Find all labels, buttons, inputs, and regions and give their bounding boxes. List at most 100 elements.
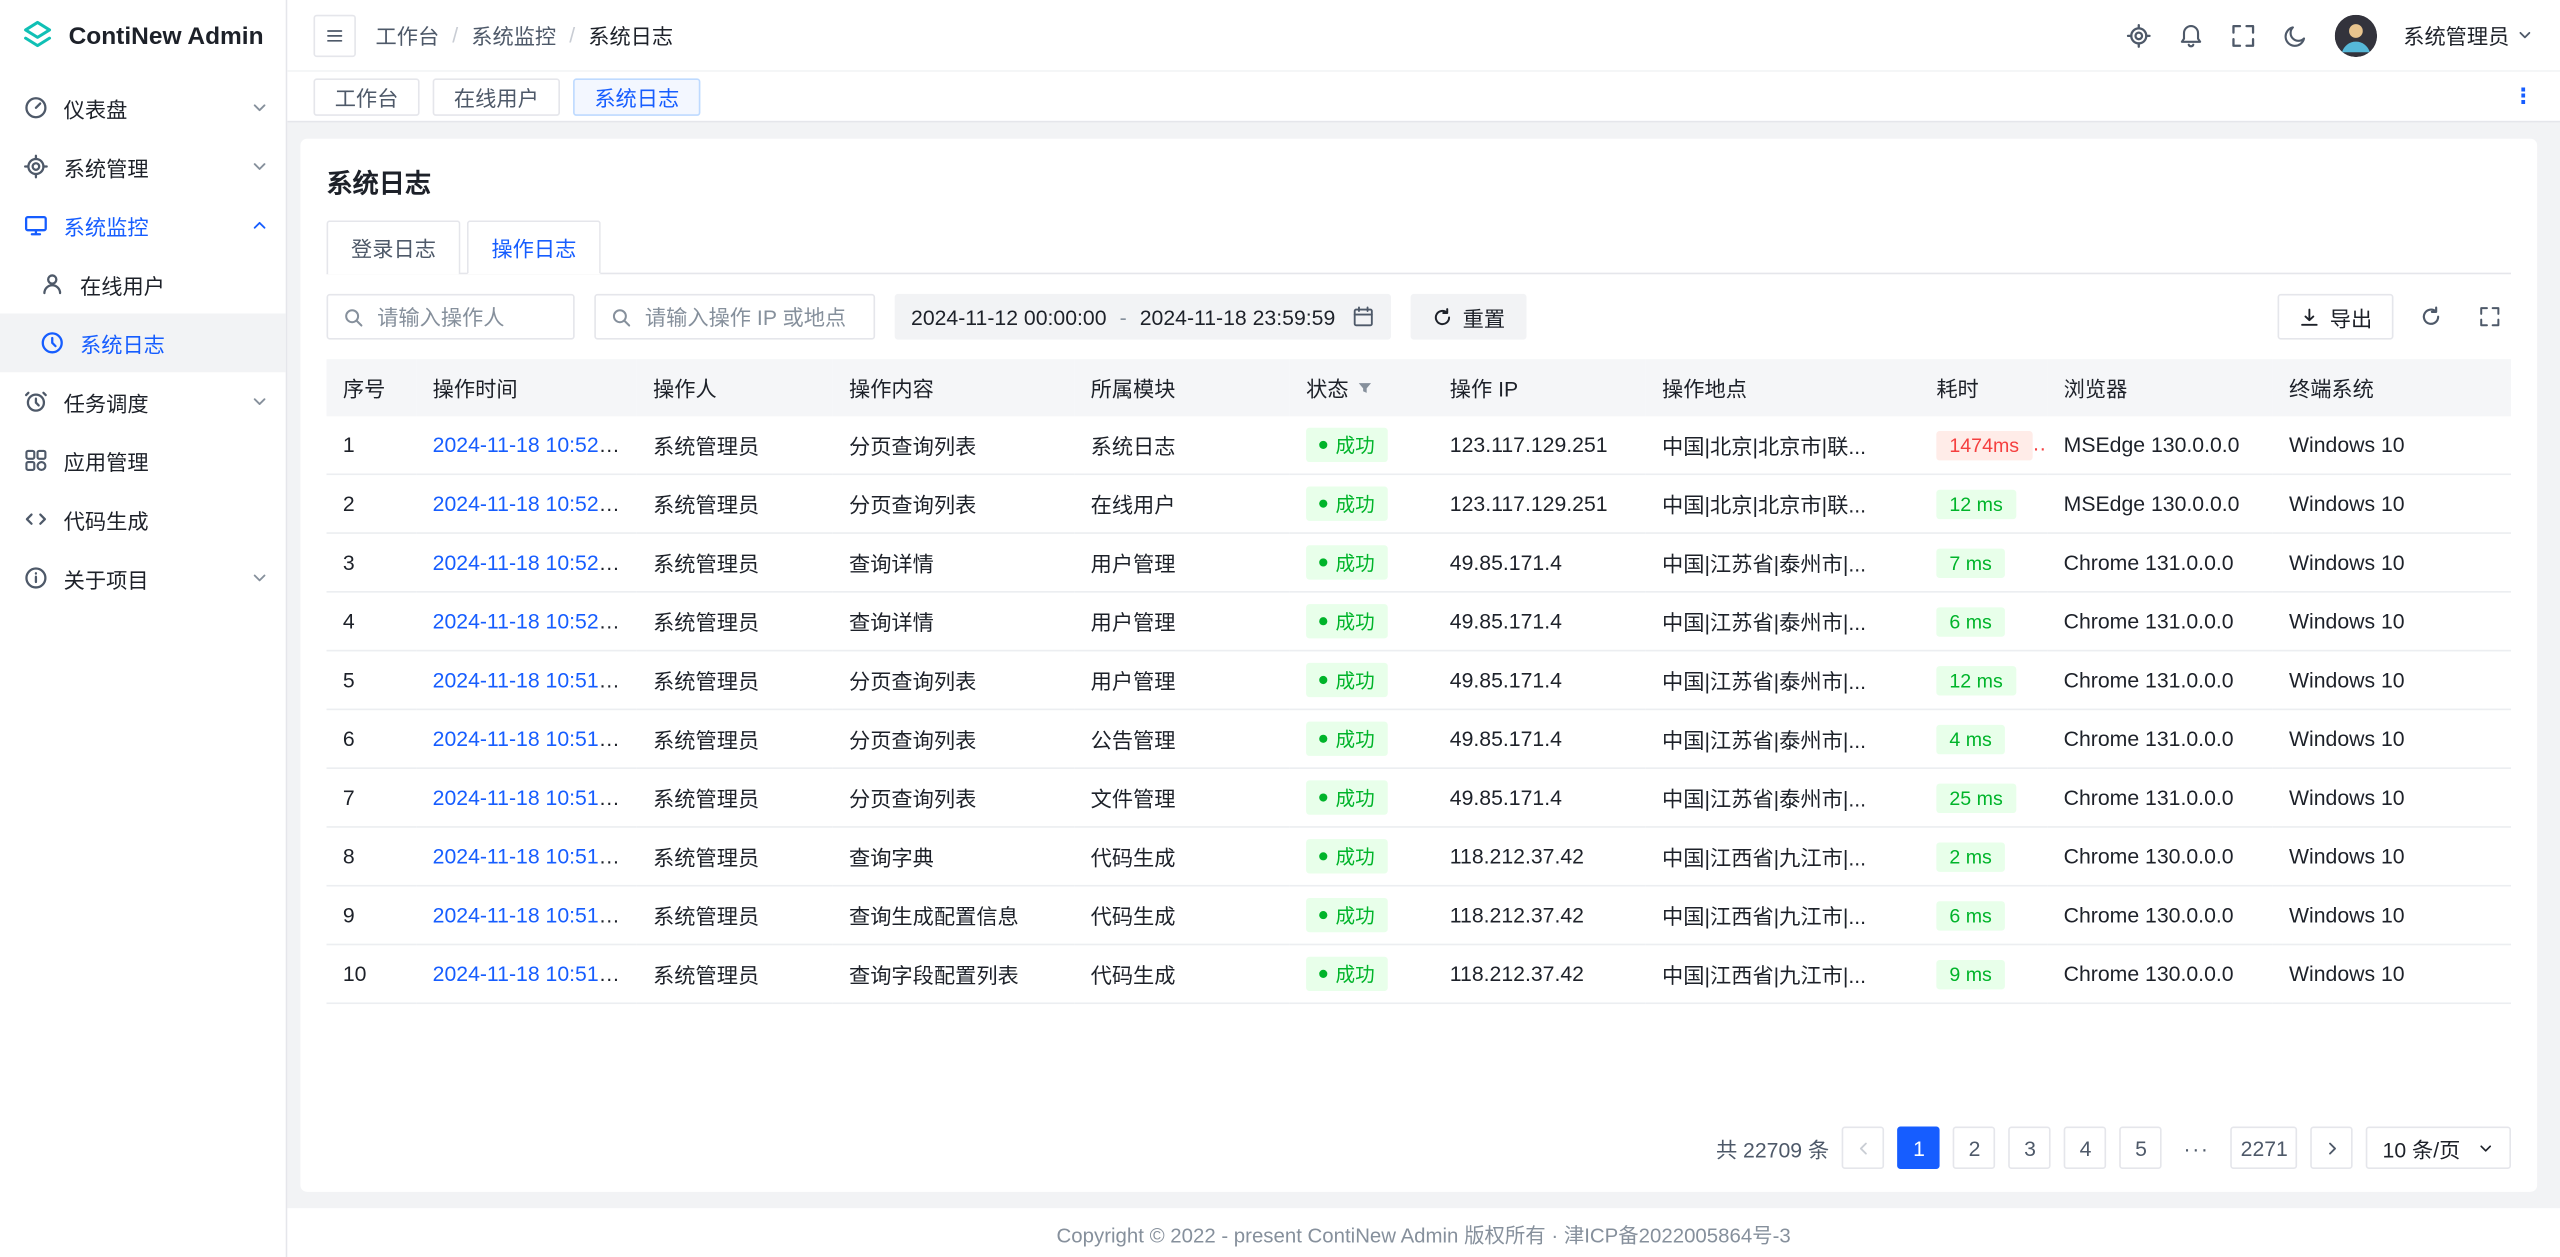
export-button[interactable]: 导出 (2278, 294, 2394, 340)
filter-funnel-icon[interactable] (1357, 380, 1373, 396)
log-time-link[interactable]: 2024-11-18 10:51:49 (433, 962, 629, 986)
cell-operator: 系统管理员 (637, 709, 833, 768)
table-row: 5 2024-11-18 10:51:55 系统管理员 分页查询列表 用户管理 … (327, 651, 2511, 710)
table-toolbar: 导出 (2278, 294, 2511, 340)
cell-content: 分页查询列表 (833, 651, 1075, 710)
sidebar-item-system-management[interactable]: 系统管理 (0, 137, 286, 196)
sidebar-item-app-management[interactable]: 应用管理 (0, 431, 286, 490)
column-header-time: 操作时间 (416, 359, 636, 416)
page-button-5[interactable]: 5 (2120, 1127, 2162, 1169)
status-badge: 成功 (1306, 722, 1388, 756)
sidebar-nav: 仪表盘 系统管理 系统监控 在线用户 系统日志 (0, 72, 286, 608)
sidebar-item-task-schedule[interactable]: 任务调度 (0, 372, 286, 431)
chevron-down-icon (250, 392, 270, 412)
duration-badge: 12 ms (1936, 665, 2015, 694)
cell-content: 分页查询列表 (833, 768, 1075, 827)
app-title: ContiNew Admin (69, 22, 264, 50)
cell-ip: 49.85.171.4 (1433, 592, 1645, 651)
page-size-select[interactable]: 10 条/页 (2366, 1127, 2511, 1169)
page-button-1[interactable]: 1 (1898, 1127, 1940, 1169)
prev-page-button[interactable] (1842, 1127, 1884, 1169)
ip-search-field (594, 294, 875, 340)
status-badge: 成功 (1306, 957, 1388, 991)
pagination-ellipsis[interactable]: ··· (2175, 1127, 2217, 1169)
breadcrumb-item[interactable]: 工作台 (376, 20, 440, 51)
cell-index: 4 (327, 592, 417, 651)
page-button-2[interactable]: 2 (1953, 1127, 1995, 1169)
column-header-ip: 操作 IP (1433, 359, 1645, 416)
cell-ip: 123.117.129.251 (1433, 474, 1645, 533)
refresh-icon (2420, 305, 2443, 328)
table-header: 序号 操作时间 操作人 操作内容 所属模块 状态 操作 I (327, 359, 2511, 416)
sidebar-item-label: 系统监控 (64, 210, 149, 241)
sidebar-item-online-users[interactable]: 在线用户 (0, 255, 286, 314)
breadcrumb-item[interactable]: 系统监控 (471, 20, 556, 51)
cell-module: 公告管理 (1074, 709, 1290, 768)
sidebar-item-code-generation[interactable]: 代码生成 (0, 490, 286, 549)
log-time-link[interactable]: 2024-11-18 10:52:05 (433, 609, 629, 633)
sidebar-item-label: 代码生成 (64, 504, 149, 535)
cell-operator: 系统管理员 (637, 944, 833, 1003)
footer: Copyright © 2022 - present ContiNew Admi… (287, 1208, 2560, 1257)
tab-workbench[interactable]: 工作台 (313, 78, 419, 116)
sidebar: ContiNew Admin 仪表盘 系统管理 系统监控 在线用户 (0, 0, 287, 1257)
log-type-tabs: 登录日志 操作日志 (327, 220, 2511, 274)
cell-location: 中国|江苏省|泰州市|... (1646, 651, 1920, 710)
log-time-link[interactable]: 2024-11-18 10:52:12 (433, 550, 629, 574)
sidebar-item-dashboard[interactable]: 仪表盘 (0, 78, 286, 137)
logo[interactable]: ContiNew Admin (0, 0, 286, 72)
sidebar-item-about-project[interactable]: 关于项目 (0, 549, 286, 608)
tab-operation-log[interactable]: 操作日志 (467, 220, 601, 274)
cell-browser: Chrome 131.0.0.0 (2047, 768, 2272, 827)
tab-online-users[interactable]: 在线用户 (433, 78, 560, 116)
ip-search-input[interactable] (642, 303, 859, 331)
status-text: 成功 (1336, 960, 1375, 988)
tab-actions-icon[interactable]: ⋮ (2513, 83, 2534, 109)
pagination: 共 22709 条 1 2 3 4 5 ··· 2271 10 条/页 (327, 1113, 2511, 1178)
cell-index: 3 (327, 533, 417, 592)
cell-ip: 118.212.37.42 (1433, 827, 1645, 886)
cell-index: 9 (327, 886, 417, 945)
cell-browser: Chrome 131.0.0.0 (2047, 709, 2272, 768)
cell-os: Windows 10 (2273, 533, 2511, 592)
avatar[interactable] (2335, 14, 2377, 56)
log-time-link[interactable]: 2024-11-18 10:51:55 (433, 668, 629, 692)
status-badge: 成功 (1306, 663, 1388, 697)
refresh-table-button[interactable] (2410, 296, 2452, 338)
operator-search-input[interactable] (374, 303, 558, 331)
table-fullscreen-button[interactable] (2469, 296, 2511, 338)
log-time-link[interactable]: 2024-11-18 10:51:50 (433, 844, 629, 868)
log-time-link[interactable]: 2024-11-18 10:52:47 (433, 491, 629, 515)
page-button-last[interactable]: 2271 (2231, 1127, 2298, 1169)
tab-system-log[interactable]: 系统日志 (573, 78, 700, 116)
cell-module: 代码生成 (1074, 827, 1290, 886)
status-dot (1319, 617, 1327, 625)
sidebar-collapse-button[interactable] (313, 14, 355, 56)
info-icon (23, 565, 49, 591)
log-time-link[interactable]: 2024-11-18 10:51:53 (433, 727, 629, 751)
page-button-4[interactable]: 4 (2064, 1127, 2106, 1169)
settings-icon[interactable] (2126, 22, 2152, 48)
cell-location: 中国|北京|北京市|联... (1646, 474, 1920, 533)
column-header-status: 状态 (1290, 359, 1434, 416)
date-range-picker[interactable]: 2024-11-12 00:00:00 - 2024-11-18 23:59:5… (895, 294, 1391, 340)
bell-icon[interactable] (2178, 22, 2204, 48)
page-button-3[interactable]: 3 (2009, 1127, 2051, 1169)
duration-badge: 1474ms (1936, 430, 2032, 459)
cell-module: 用户管理 (1074, 592, 1290, 651)
log-time-link[interactable]: 2024-11-18 10:52:55 (433, 433, 629, 457)
sidebar-item-system-log[interactable]: 系统日志 (0, 313, 286, 372)
cell-os: Windows 10 (2273, 827, 2511, 886)
sidebar-item-system-monitor[interactable]: 系统监控 (0, 196, 286, 255)
status-badge: 成功 (1306, 839, 1388, 873)
reset-button[interactable]: 重置 (1410, 294, 1526, 340)
dark-mode-moon-icon[interactable] (2282, 22, 2308, 48)
log-time-link[interactable]: 2024-11-18 10:51:49 (433, 903, 629, 927)
next-page-button[interactable] (2311, 1127, 2353, 1169)
tab-login-log[interactable]: 登录日志 (327, 220, 461, 274)
user-menu[interactable]: 系统管理员 (2403, 20, 2534, 51)
sidebar-item-label: 在线用户 (80, 269, 165, 300)
fullscreen-icon[interactable] (2230, 22, 2256, 48)
log-time-link[interactable]: 2024-11-18 10:51:52 (433, 785, 629, 809)
table-row: 10 2024-11-18 10:51:49 系统管理员 查询字段配置列表 代码… (327, 944, 2511, 1003)
